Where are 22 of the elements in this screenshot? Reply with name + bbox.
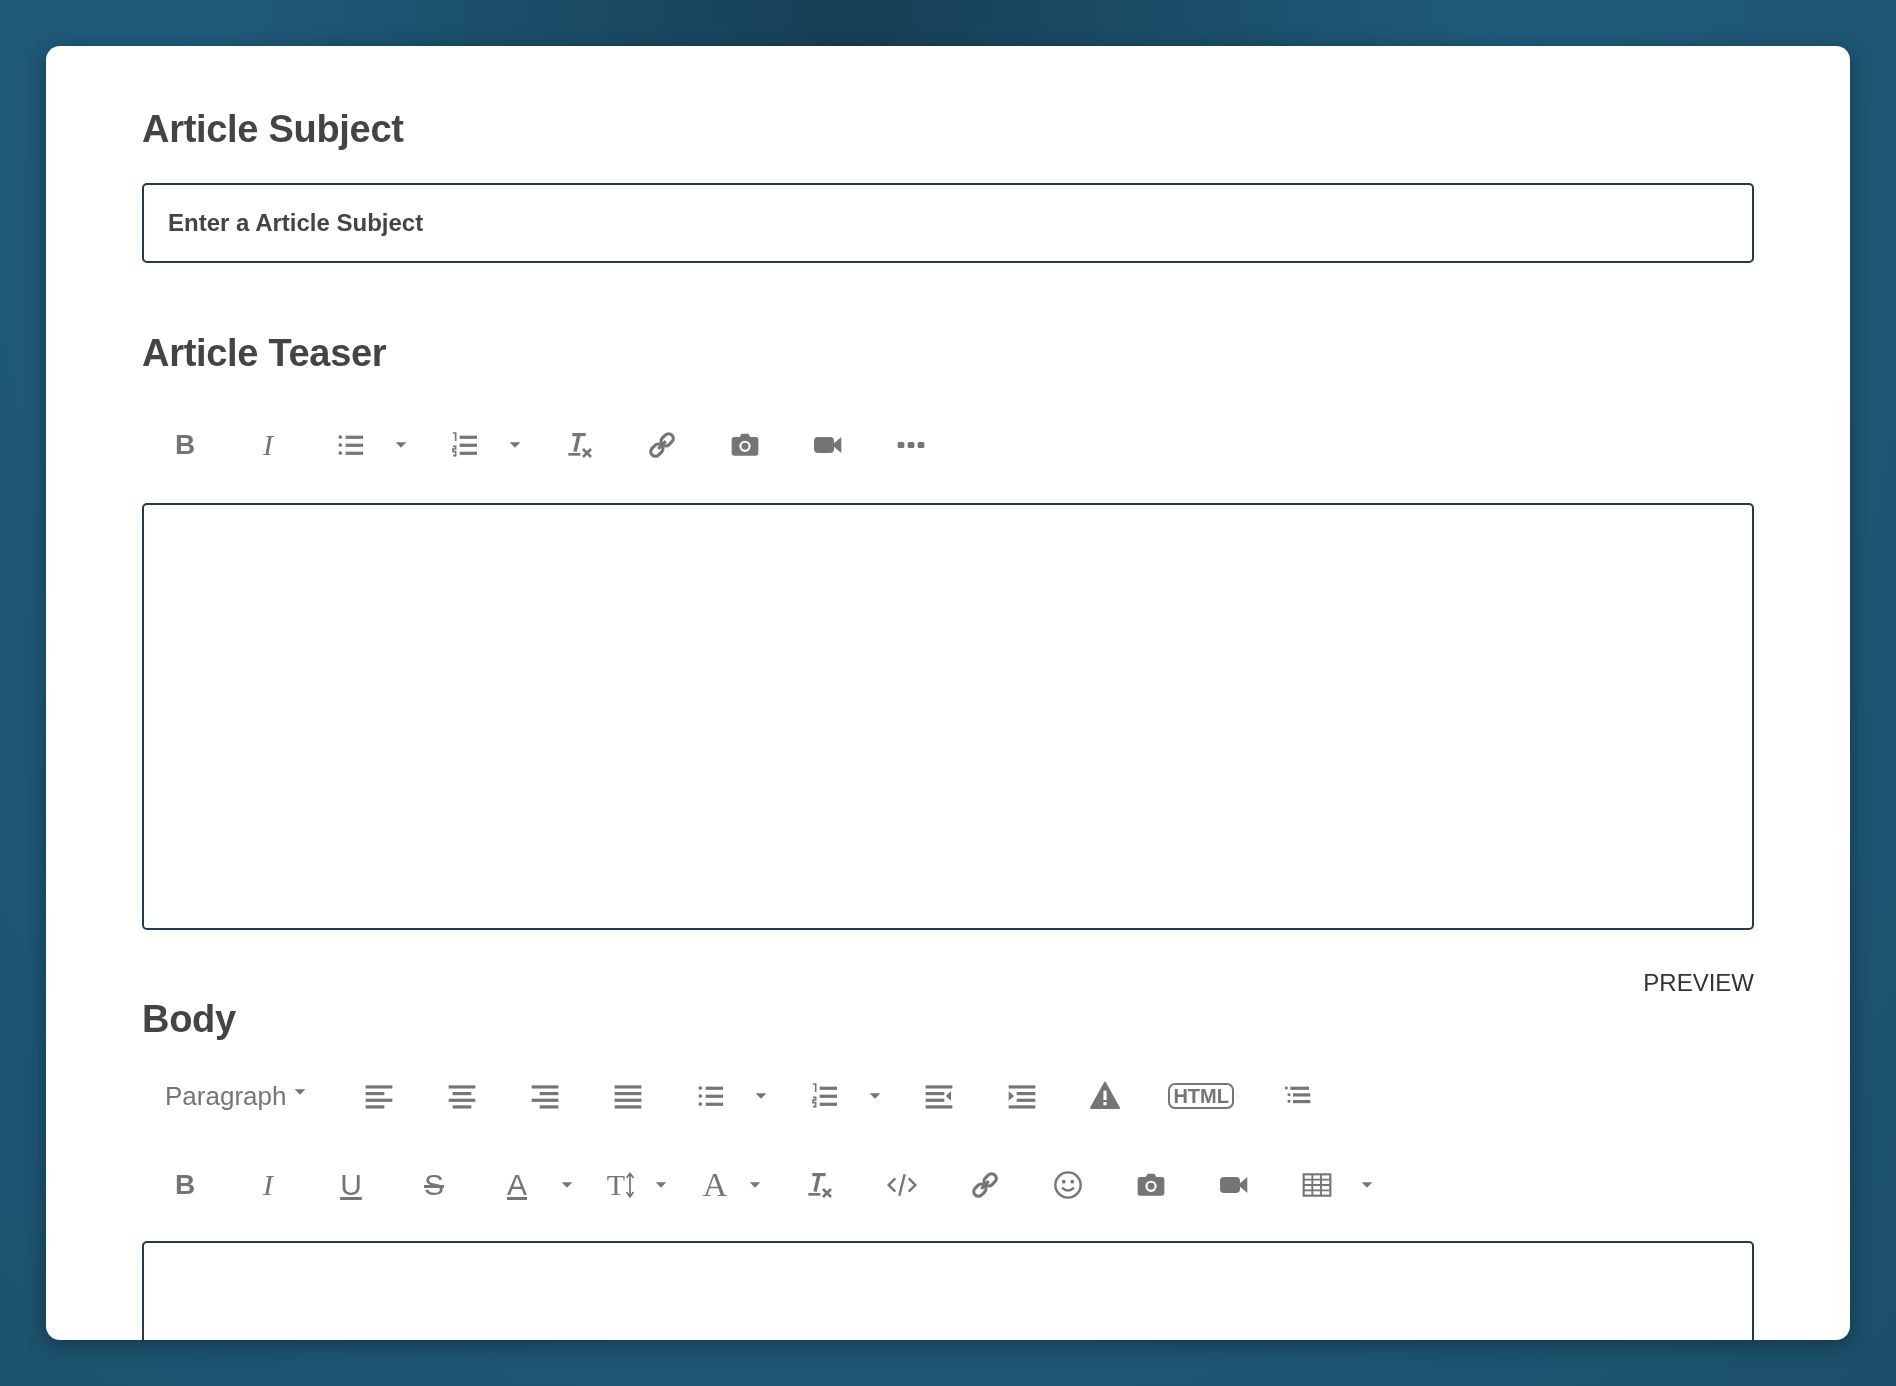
more-icon	[897, 441, 925, 449]
smiley-icon	[1052, 1169, 1084, 1201]
arrow-icon	[625, 1171, 636, 1199]
text-size-button[interactable]: T	[601, 1163, 641, 1207]
paragraph-dropdown[interactable]: Paragraph	[155, 1074, 309, 1118]
bold-button[interactable]: B	[155, 1163, 215, 1207]
font-color-button[interactable]: A	[487, 1163, 547, 1207]
section-heading: Body	[142, 997, 236, 1042]
html-button[interactable]: HTML	[1158, 1074, 1244, 1118]
italic-button[interactable]: I	[238, 423, 298, 467]
link-icon	[969, 1169, 1001, 1201]
subject-field[interactable]: Enter a Article Subject	[142, 183, 1754, 263]
bold-button[interactable]: B	[155, 423, 215, 467]
preview-link[interactable]: PREVIEW	[1643, 968, 1754, 998]
link-icon	[646, 429, 678, 461]
strikethrough-button[interactable]: S	[404, 1163, 464, 1207]
warning-icon	[1089, 1080, 1122, 1112]
font-button[interactable]: A	[695, 1163, 735, 1207]
italic-button[interactable]: I	[238, 1163, 298, 1207]
section-heading: Article Teaser	[142, 331, 388, 376]
underline-button[interactable]: U	[321, 1163, 381, 1207]
section-heading: Article Subject	[142, 107, 405, 152]
